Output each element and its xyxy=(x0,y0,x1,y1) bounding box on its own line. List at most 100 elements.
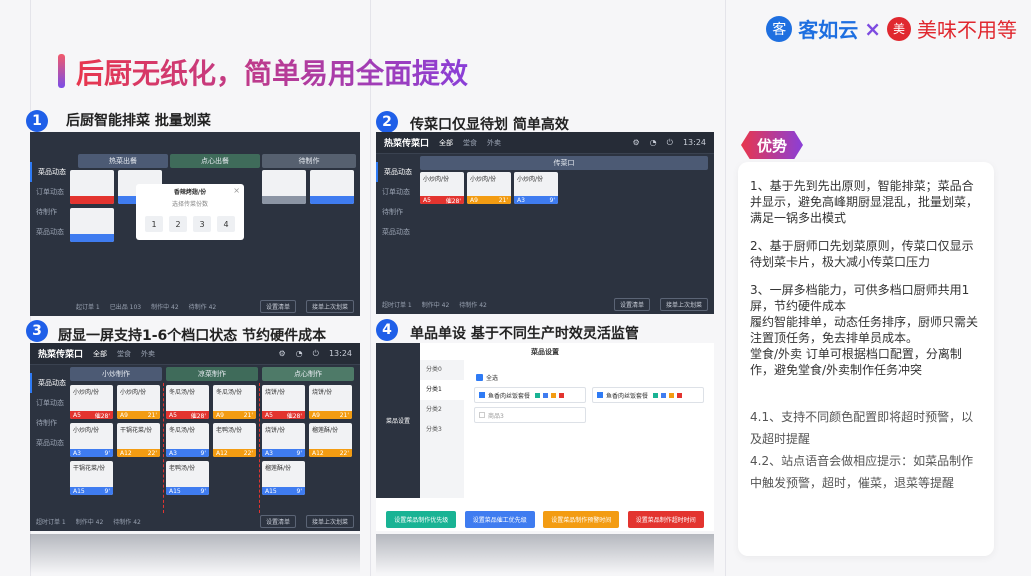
card-footer: A15 9' xyxy=(70,487,113,495)
clock-time: 13:24 xyxy=(328,349,352,358)
order-card[interactable]: 老鸭汤/份 A15 9' xyxy=(166,461,209,495)
section-4-number: 4 xyxy=(376,319,398,341)
card-dish: 干锅花菜/份 xyxy=(120,427,153,434)
card-footer: A5 催28' xyxy=(420,196,464,204)
card-dish: 小炒肉/份 xyxy=(470,176,497,183)
side-item[interactable]: 待制作 xyxy=(376,202,422,222)
side-item[interactable]: 菜品动态 xyxy=(376,222,422,242)
tab-takeout[interactable]: 外卖 xyxy=(487,138,501,148)
order-card[interactable]: 小炒肉/份 A5 催28' xyxy=(70,385,113,419)
order-card[interactable]: 冬瓜汤/份 A9 21' xyxy=(213,385,256,419)
order-card[interactable]: 烧饼/份 A9 21' xyxy=(309,385,352,419)
order-card[interactable]: 小炒肉/份 A3 9' xyxy=(70,423,113,457)
dish-item[interactable]: 鱼香肉丝饭套餐 xyxy=(474,387,586,403)
side-item[interactable]: 订单动态 xyxy=(376,182,422,202)
footer-stat: 起订单 1 xyxy=(76,303,100,311)
side-item[interactable]: 菜品动态 xyxy=(376,162,422,182)
footer-stat: 制作中 42 xyxy=(421,301,450,309)
order-card[interactable]: 小炒肉/份 A3 9' xyxy=(514,172,558,204)
order-card[interactable]: 小炒肉/份 A5 催28' xyxy=(420,172,464,204)
priority-button[interactable]: 设置菜品制作优先级 xyxy=(386,511,457,528)
checkbox-icon[interactable] xyxy=(476,374,483,381)
timeout-button[interactable]: 设置菜品制作超时时间 xyxy=(627,511,704,528)
undo-button[interactable]: 接单上次划菜 xyxy=(659,297,708,311)
card-tag: A15 xyxy=(73,487,85,495)
order-card[interactable]: 小炒肉/份 A9 21' xyxy=(117,385,160,419)
order-card[interactable] xyxy=(70,170,114,204)
checkbox-icon[interactable] xyxy=(479,392,485,398)
section-1-number: 1 xyxy=(26,110,48,132)
order-card[interactable]: 干锅花菜/份 A12 22' xyxy=(117,423,160,457)
card-time: 22' xyxy=(243,449,253,457)
select-all-row[interactable]: 全选 xyxy=(476,373,498,382)
card-dish: 榴莲酥/份 xyxy=(312,427,339,434)
gear-icon[interactable]: ⚙ xyxy=(632,138,639,147)
checkbox-icon[interactable] xyxy=(479,412,485,418)
settings-button[interactable]: 设置清单 xyxy=(613,297,650,311)
undo-button[interactable]: 接单上次划菜 xyxy=(305,514,354,528)
order-card[interactable]: 冬瓜汤/份 A3 9' xyxy=(166,423,209,457)
order-card[interactable]: 烧饼/份 A3 9' xyxy=(262,423,305,457)
order-card[interactable]: 榴莲酥/份 A15 9' xyxy=(262,461,305,495)
order-card[interactable]: 老鸭汤/份 A12 22' xyxy=(213,423,256,457)
category-item[interactable]: 分类1 xyxy=(420,380,464,400)
card-tag: A5 xyxy=(423,196,431,204)
category-item[interactable]: 分类2 xyxy=(420,400,464,420)
tab-all[interactable]: 全部 xyxy=(439,138,453,148)
panel3-footer: 超时订单 1 制作中 42 待制作 42 设置清单 接单上次划菜 xyxy=(36,514,354,528)
card-time: 22' xyxy=(339,449,349,457)
undo-button[interactable]: 接单上次划菜 xyxy=(305,299,354,313)
dish-item[interactable]: 商品3 xyxy=(474,407,586,423)
power-icon[interactable]: ⏻ xyxy=(313,349,319,359)
section-3-number: 3 xyxy=(26,320,48,342)
brand-separator: × xyxy=(864,16,881,41)
dish-item[interactable]: 鱼香肉丝饭套餐 xyxy=(592,387,704,403)
order-card[interactable] xyxy=(70,208,114,242)
card-footer xyxy=(310,196,354,204)
order-card[interactable]: 榴莲酥/份 A12 22' xyxy=(309,423,352,457)
col-header: 点心出餐 xyxy=(170,154,260,168)
clock-time: 13:24 xyxy=(682,138,706,147)
gear-icon[interactable]: ⚙ xyxy=(278,349,285,358)
card-footer xyxy=(70,196,114,204)
settings-button[interactable]: 设置清单 xyxy=(259,514,296,528)
settings-button-row: 设置菜品制作优先级 设置菜品催工优先级 设置菜品制作预警时间 设置菜品制作超时时… xyxy=(376,511,714,528)
category-item[interactable]: 分类0 xyxy=(420,360,464,380)
settings-button[interactable]: 设置清单 xyxy=(259,299,296,313)
dish-name: 鱼香肉丝饭套餐 xyxy=(606,392,649,400)
order-card[interactable]: 冬瓜汤/份 A5 催28' xyxy=(166,385,209,419)
card-time: 催28' xyxy=(445,197,461,205)
checkbox-icon[interactable] xyxy=(597,392,603,398)
warning-time-button[interactable]: 设置菜品制作预警时间 xyxy=(543,511,620,528)
key-4-button[interactable]: 4 xyxy=(217,216,235,232)
section-4-label: 单品单设 基于不同生产时效灵活监管 xyxy=(410,326,639,342)
card-tag: A15 xyxy=(265,487,277,495)
power-icon[interactable]: ⏻ xyxy=(667,138,673,148)
card-footer: A3 9' xyxy=(514,196,558,204)
footer-stat: 待制作 42 xyxy=(113,518,141,526)
tab-takeout[interactable]: 外卖 xyxy=(141,349,155,359)
rush-priority-button[interactable]: 设置菜品催工优先级 xyxy=(464,511,535,528)
order-card[interactable]: 烧饼/份 A5 催28' xyxy=(262,385,305,419)
color-tag-icon xyxy=(661,392,667,398)
tab-dinein[interactable]: 堂食 xyxy=(463,138,477,148)
order-card[interactable]: 干锅花菜/份 A15 9' xyxy=(70,461,113,495)
tab-all[interactable]: 全部 xyxy=(93,349,107,359)
order-card[interactable]: 小炒肉/份 A9 21' xyxy=(467,172,511,204)
column-divider xyxy=(259,383,260,513)
card-time: 21' xyxy=(498,196,508,204)
key-3-button[interactable]: 3 xyxy=(193,216,211,232)
card-dish: 冬瓜汤/份 xyxy=(169,389,196,396)
serve-count-dialog[interactable]: 香辣烤翅/份 选择传菜份数 1 2 3 4 × xyxy=(136,184,244,240)
order-card[interactable] xyxy=(262,170,306,204)
close-icon[interactable]: × xyxy=(233,186,240,195)
card-tag: A5 xyxy=(169,411,177,419)
wifi-icon: ◔ xyxy=(649,138,657,147)
category-item[interactable]: 分类3 xyxy=(420,420,464,440)
tab-dinein[interactable]: 堂食 xyxy=(117,349,131,359)
key-1-button[interactable]: 1 xyxy=(145,216,163,232)
key-2-button[interactable]: 2 xyxy=(169,216,187,232)
card-tag: A15 xyxy=(169,487,181,495)
order-card[interactable] xyxy=(310,170,354,204)
card-footer xyxy=(262,196,306,204)
